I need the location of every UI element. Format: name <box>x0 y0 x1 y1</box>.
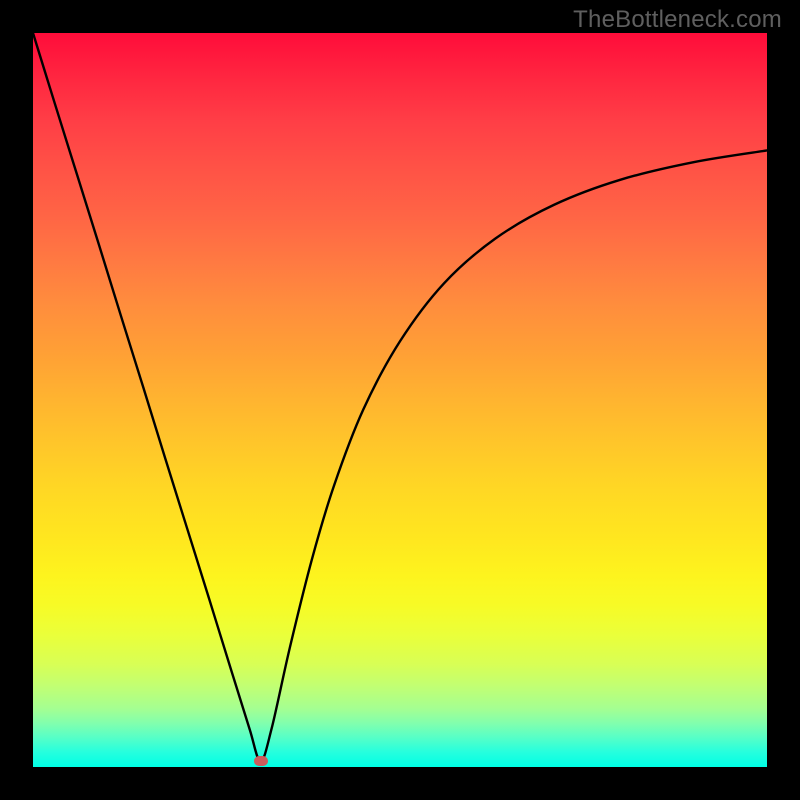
minimum-marker <box>254 756 268 766</box>
bottleneck-curve <box>33 33 767 767</box>
watermark-text: TheBottleneck.com <box>573 6 782 34</box>
plot-area <box>33 33 767 767</box>
chart-frame: TheBottleneck.com <box>0 0 800 800</box>
